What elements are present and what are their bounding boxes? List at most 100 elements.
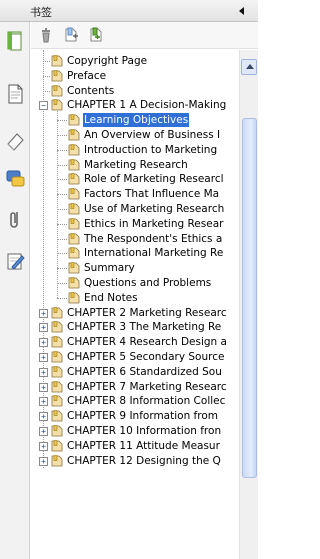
expand-toggle[interactable]: + [39,441,48,451]
bookmark-item[interactable]: + CHAPTER 10 Information fron [31,424,239,438]
expand-bookmark-icon[interactable] [87,26,105,44]
bookmark-item[interactable]: + CHAPTER 8 Information Collec [31,394,239,408]
bookmark-label: Contents [67,84,115,97]
bookmark-icon [51,84,63,97]
bookmark-label: Marketing Research [84,158,188,171]
collapse-toggle[interactable]: − [39,101,48,111]
bookmark-item[interactable]: + CHAPTER 2 Marketing Researc [31,306,239,320]
expand-toggle[interactable]: + [39,427,48,436]
new-bookmark-icon[interactable] [62,26,80,44]
bookmark-item[interactable]: + CHAPTER 12 Designing the Q [31,454,239,468]
bookmark-icon [51,55,63,67]
bookmark-icon [51,439,63,452]
tree-guide-line [57,149,67,151]
bookmark-subitem[interactable]: An Overview of Business I [31,128,239,142]
bookmark-icon [68,143,80,156]
bookmark-label: Ethics in Marketing Resear [84,217,224,230]
edit-notes-icon[interactable] [5,250,25,272]
panel-header: 书签 [0,0,258,22]
expand-toggle[interactable]: + [39,308,48,318]
bookmark-label: Copyright Page [67,55,148,67]
bookmark-subitem[interactable]: Summary [31,261,239,275]
bookmark-label: Introduction to Marketing [84,143,218,156]
bookmark-icon [68,188,80,200]
tree-guide-line [57,164,67,166]
bookmark-item[interactable]: + CHAPTER 7 Marketing Researc [31,380,239,394]
page-thumbnails-icon[interactable] [5,83,25,105]
bookmark-subitem[interactable]: Learning Objectives [31,113,239,128]
bookmark-item[interactable]: + CHAPTER 3 The Marketing Re [31,320,239,334]
bookmark-label: Summary [84,262,135,275]
vertical-scrollbar[interactable] [239,50,258,559]
bookmark-label: End Notes [84,291,138,304]
tree-guide-line [43,75,50,77]
bookmark-item[interactable]: − CHAPTER 1 A Decision-Making [31,98,239,112]
bookmark-subitem[interactable]: The Respondent's Ethics a [31,232,239,246]
bookmark-label: CHAPTER 4 Research Design a [67,336,227,349]
bookmark-icon [51,99,63,111]
bookmark-item[interactable]: + CHAPTER 11 Attitude Measur [31,439,239,453]
scroll-up-button[interactable] [241,59,257,75]
bookmark-subitem[interactable]: Factors That Influence Ma [31,187,239,201]
bookmark-label: CHAPTER 2 Marketing Researc [67,306,227,319]
bookmark-subitem[interactable]: End Notes [31,291,239,305]
tree-guide-line [57,120,67,122]
expand-toggle[interactable]: + [39,353,48,362]
bookmark-subitem[interactable]: Questions and Problems [31,276,239,290]
tree-guide-line [57,223,67,225]
collapse-panel-icon[interactable] [239,7,244,15]
pages-icon[interactable] [5,30,25,52]
bookmark-item[interactable]: + CHAPTER 5 Secondary Source [31,350,239,364]
expand-toggle[interactable]: + [39,338,48,348]
expand-toggle[interactable]: + [39,397,48,407]
bookmark-label: CHAPTER 11 Attitude Measur [67,439,220,452]
bookmark-item[interactable]: Preface [31,69,239,83]
bookmark-item[interactable]: + CHAPTER 9 Information from [31,409,239,423]
attachments-icon[interactable] [5,209,25,231]
expand-toggle[interactable]: + [39,382,48,392]
bookmark-item[interactable]: + CHAPTER 4 Research Design a [31,335,239,349]
bookmark-subitem[interactable]: Ethics in Marketing Resear [31,217,239,231]
bookmark-label: CHAPTER 8 Information Collec [67,395,226,408]
bookmark-subitem[interactable]: International Marketing Re [31,246,239,260]
bookmark-subitem[interactable]: Marketing Research [31,158,239,172]
tree-guide-line [43,90,50,92]
bookmark-item[interactable]: Copyright Page [31,54,239,68]
bookmark-subitem[interactable]: Introduction to Marketing [31,143,239,157]
bookmark-icon [68,232,80,245]
expand-toggle[interactable]: + [39,456,48,466]
bookmark-label: CHAPTER 9 Information from [67,410,218,423]
expand-toggle[interactable]: + [39,367,48,377]
bookmark-icon [68,114,80,126]
bookmark-label: The Respondent's Ethics a [84,232,223,245]
delete-bookmark-icon[interactable] [37,26,55,44]
bookmark-icon [51,425,63,437]
tree-guide-line [57,135,67,136]
bookmark-label: CHAPTER 6 Standardized Sou [67,365,222,378]
bookmark-label: Learning Objectives [83,113,190,128]
bookmark-subitem[interactable]: Use of Marketing Research [31,202,239,216]
expand-toggle[interactable]: + [39,412,48,422]
bookmark-icon [68,262,80,274]
bookmark-toolbar [31,22,258,49]
bookmark-icon [68,203,80,215]
bookmark-icon [68,158,80,171]
bookmark-icon [51,410,63,422]
bookmark-icon [51,321,63,333]
bookmark-label: Role of Marketing Researcl [84,173,224,186]
comments-icon[interactable] [5,168,25,190]
bookmark-item[interactable]: + CHAPTER 6 Standardized Sou [31,365,239,379]
tree-guide-line [57,194,67,196]
bookmark-icon [68,291,80,304]
scrollbar-thumb[interactable] [242,118,257,478]
bookmark-label: CHAPTER 3 The Marketing Re [67,321,222,334]
bookmark-icon [51,454,63,467]
tree-guide-line [57,179,67,181]
signatures-icon[interactable] [5,130,25,152]
bookmark-subitem[interactable]: Role of Marketing Researcl [31,172,239,186]
bookmark-icon [68,173,80,185]
bookmark-label: Questions and Problems [84,277,212,289]
bookmark-label: Preface [67,69,107,82]
bookmark-item[interactable]: Contents [31,84,239,98]
expand-toggle[interactable]: + [39,323,48,333]
